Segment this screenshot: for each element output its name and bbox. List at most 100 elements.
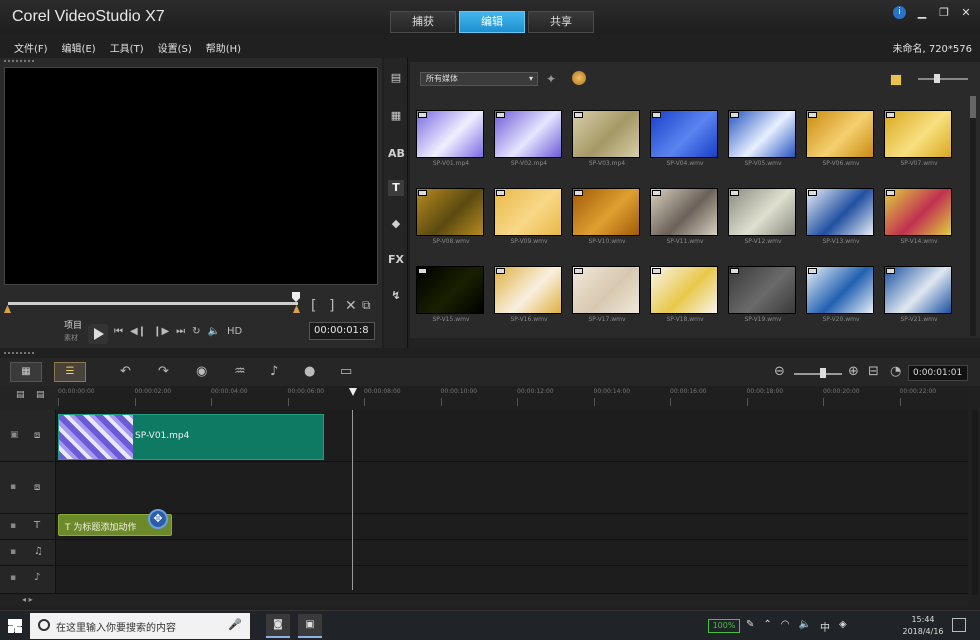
subtitle-icon[interactable]: ▭ xyxy=(340,364,352,379)
undo-icon[interactable]: ↶ xyxy=(120,364,131,379)
scroll-left-icon[interactable]: ◂ xyxy=(22,595,26,604)
media-thumbnail[interactable]: SP-V11.wmv xyxy=(648,174,722,245)
media-thumbnail[interactable]: SP-V07.wmv xyxy=(882,96,956,167)
library-scroll-thumb[interactable] xyxy=(970,96,976,118)
storyboard-view-button[interactable]: ▦ xyxy=(10,362,42,382)
path-icon[interactable]: ↯ xyxy=(388,288,404,304)
zoom-out-icon[interactable]: ⊖ xyxy=(774,364,785,379)
menu-settings[interactable]: 设置(S) xyxy=(158,40,192,55)
audio-mixer-icon[interactable]: ♒ xyxy=(234,364,246,379)
menu-edit[interactable]: 编辑(E) xyxy=(62,40,96,55)
windows-start-icon[interactable] xyxy=(8,619,22,633)
filter-icon[interactable]: FX xyxy=(388,252,404,268)
media-thumbnail[interactable]: SP-V05.wmv xyxy=(726,96,800,167)
graphic-icon[interactable]: ◆ xyxy=(388,216,404,232)
media-thumbnail[interactable]: SP-V15.wmv xyxy=(414,252,488,323)
zoom-in-icon[interactable]: ⊕ xyxy=(848,364,859,379)
media-thumbnail[interactable]: SP-V02.mp4 xyxy=(492,96,566,167)
ime-label[interactable]: 中 xyxy=(820,619,830,634)
end-icon[interactable]: ⏭ xyxy=(176,326,185,337)
play-button[interactable] xyxy=(88,324,108,344)
thumbnail-zoom-knob[interactable] xyxy=(934,74,940,83)
record-icon[interactable]: ◉ xyxy=(196,364,207,379)
scrubber-track[interactable] xyxy=(8,302,298,305)
thumbnail-zoom-slider[interactable] xyxy=(918,78,968,80)
video-track-toggle-icon[interactable]: ▣ xyxy=(10,430,19,440)
repeat-icon[interactable]: ↻ xyxy=(192,326,200,337)
title-icon[interactable]: T xyxy=(388,180,404,196)
overlay-track-toggle-icon[interactable]: ▪ xyxy=(10,482,16,492)
mark-in-button[interactable]: [ xyxy=(311,298,316,314)
split-icon[interactable]: ⧉ xyxy=(362,298,371,313)
timeline-timecode[interactable]: 0:00:01:01 xyxy=(908,365,968,381)
media-thumbnail[interactable]: SP-V16.wmv xyxy=(492,252,566,323)
media-icon[interactable]: ▤ xyxy=(388,70,404,86)
tab-share[interactable]: 共享 xyxy=(528,11,594,33)
title-track-toggle-icon[interactable]: ▪ xyxy=(10,521,16,531)
view-toggle-icon[interactable] xyxy=(890,74,902,86)
trim-end-marker[interactable] xyxy=(293,305,300,313)
voice-track-toggle-icon[interactable]: ▪ xyxy=(10,547,16,557)
menu-file[interactable]: 文件(F) xyxy=(14,40,48,55)
wifi-icon[interactable]: ◠ xyxy=(781,619,790,634)
media-thumbnail[interactable]: SP-V13.wmv xyxy=(804,174,878,245)
taskbar-app-camera-icon[interactable]: ◙ xyxy=(266,614,290,638)
volume-icon[interactable]: 🔈 xyxy=(208,326,220,337)
video-clip[interactable]: SP-V01.mp4 xyxy=(58,414,324,460)
media-thumbnail[interactable]: SP-V10.wmv xyxy=(570,174,644,245)
media-thumbnail[interactable]: SP-V14.wmv xyxy=(882,174,956,245)
sparkle-icon[interactable]: ✦ xyxy=(546,72,556,86)
taskbar-clock[interactable]: 15:44 2018/4/16 xyxy=(900,614,946,638)
media-thumbnail[interactable]: SP-V04.wmv xyxy=(648,96,722,167)
panel-grip[interactable] xyxy=(4,60,34,63)
media-thumbnail[interactable]: SP-V03.mp4 xyxy=(570,96,644,167)
track-manager-icon[interactable]: ▤ xyxy=(16,390,25,400)
media-thumbnail[interactable]: SP-V06.wmv xyxy=(804,96,878,167)
notification-icon[interactable] xyxy=(952,618,966,632)
media-thumbnail[interactable]: SP-V18.wmv xyxy=(648,252,722,323)
auto-music-icon[interactable]: ♪ xyxy=(270,364,278,379)
timeline-ruler[interactable]: 00:00:00:00 00:00:02:00 00:00:04:00 00:00:0… xyxy=(58,386,968,410)
tab-edit[interactable]: 编辑 xyxy=(459,11,525,33)
speaker-icon[interactable]: 🔈 xyxy=(799,619,811,634)
media-thumbnail[interactable]: SP-V08.wmv xyxy=(414,174,488,245)
library-scrollbar[interactable] xyxy=(970,96,976,336)
cut-icon[interactable]: ✕ xyxy=(345,298,357,314)
pen-icon[interactable]: ✎ xyxy=(746,619,754,634)
timeline-zoom-slider[interactable] xyxy=(794,373,842,375)
transition-icon[interactable]: AB xyxy=(388,146,405,162)
chapter-icon[interactable]: ▤ xyxy=(36,390,45,400)
media-thumbnail[interactable]: SP-V21.wmv xyxy=(882,252,956,323)
timeline-zoom-knob[interactable] xyxy=(820,368,826,378)
media-thumbnail[interactable]: SP-V09.wmv xyxy=(492,174,566,245)
minimize-icon[interactable]: ▁ xyxy=(916,6,928,19)
battery-indicator[interactable]: 100% xyxy=(708,619,740,633)
folder-dropdown[interactable]: 所有媒体 xyxy=(420,72,538,86)
home-icon[interactable]: ⏮ xyxy=(114,326,123,337)
trim-start-marker[interactable] xyxy=(4,305,11,313)
menu-tools[interactable]: 工具(T) xyxy=(110,40,144,55)
motion-track-icon[interactable]: ● xyxy=(304,364,315,379)
taskbar-app-videostudio-icon[interactable]: ▣ xyxy=(298,614,322,638)
next-frame-icon[interactable]: ❙▶ xyxy=(153,326,169,337)
close-icon[interactable]: ✕ xyxy=(960,6,972,19)
mark-out-button[interactable]: ] xyxy=(329,298,334,314)
info-icon[interactable]: i xyxy=(893,6,906,19)
menu-help[interactable]: 帮助(H) xyxy=(206,40,241,55)
player-timecode[interactable]: 00:00:01:8 xyxy=(309,322,375,340)
media-thumbnail[interactable]: SP-V12.wmv xyxy=(726,174,800,245)
taskbar-search[interactable]: 在这里输入你要搜索的内容 🎤 xyxy=(30,613,250,639)
media-thumbnail[interactable]: SP-V01.mp4 xyxy=(414,96,488,167)
maximize-icon[interactable]: ❐ xyxy=(938,6,950,19)
instant-project-icon[interactable]: ▦ xyxy=(388,108,404,124)
microphone-icon[interactable]: 🎤 xyxy=(228,618,242,631)
timeline-grip[interactable] xyxy=(4,352,34,355)
clip-mode-label[interactable]: 素材 xyxy=(64,333,78,343)
disc-icon[interactable] xyxy=(572,71,586,85)
media-thumbnail[interactable]: SP-V17.wmv xyxy=(570,252,644,323)
scroll-right-icon[interactable]: ▸ xyxy=(29,595,33,604)
app-tray-icon[interactable]: ◈ xyxy=(839,619,847,634)
chevron-up-icon[interactable]: ⌃ xyxy=(763,619,771,634)
hd-label[interactable]: HD xyxy=(227,326,242,337)
media-thumbnail[interactable]: SP-V19.wmv xyxy=(726,252,800,323)
